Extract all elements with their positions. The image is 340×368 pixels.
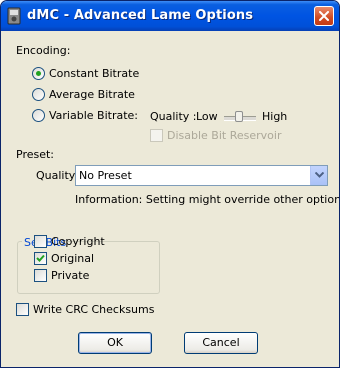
quality-slider-label: Quality :	[150, 110, 197, 123]
private-checkbox[interactable]	[34, 269, 47, 282]
copyright-label[interactable]: Copyright	[51, 235, 105, 248]
encoding-label: Encoding:	[16, 44, 71, 57]
average-bitrate-radio[interactable]	[32, 88, 45, 101]
constant-bitrate-radio[interactable]	[32, 67, 45, 80]
original-label[interactable]: Original	[51, 252, 94, 265]
private-label[interactable]: Private	[51, 269, 89, 282]
write-crc-label[interactable]: Write CRC Checksums	[33, 303, 154, 316]
variable-bitrate-radio[interactable]	[32, 109, 45, 122]
quality-low-label: Low	[196, 110, 218, 123]
close-icon[interactable]	[314, 6, 334, 26]
disable-bit-reservoir-checkbox[interactable]	[150, 129, 163, 142]
checkmark-icon	[36, 254, 45, 262]
ok-button[interactable]: OK	[78, 332, 152, 354]
dialog-window: dMC - Advanced Lame Options Encoding: Co…	[0, 0, 340, 368]
preset-select[interactable]: No Preset	[75, 165, 328, 186]
disable-bit-reservoir-label: Disable Bit Reservoir	[167, 129, 282, 142]
app-icon	[7, 7, 21, 25]
copyright-checkbox[interactable]	[34, 235, 47, 248]
preset-select-value: No Preset	[79, 169, 132, 182]
preset-information: Information: Setting might override othe…	[75, 193, 340, 206]
chevron-down-icon[interactable]	[310, 166, 327, 185]
original-checkbox[interactable]	[34, 252, 47, 265]
title-bar[interactable]: dMC - Advanced Lame Options	[1, 1, 339, 31]
window-title: dMC - Advanced Lame Options	[27, 8, 254, 23]
variable-bitrate-label[interactable]: Variable Bitrate:	[49, 109, 138, 122]
preset-label: Preset:	[16, 148, 55, 161]
preset-quality-label: Quality	[36, 169, 76, 182]
average-bitrate-label[interactable]: Average Bitrate	[49, 88, 135, 101]
cancel-button[interactable]: Cancel	[184, 332, 258, 354]
quality-high-label: High	[262, 110, 288, 123]
constant-bitrate-label[interactable]: Constant Bitrate	[49, 67, 139, 80]
quality-slider-thumb[interactable]	[235, 111, 243, 122]
write-crc-checkbox[interactable]	[16, 303, 29, 316]
